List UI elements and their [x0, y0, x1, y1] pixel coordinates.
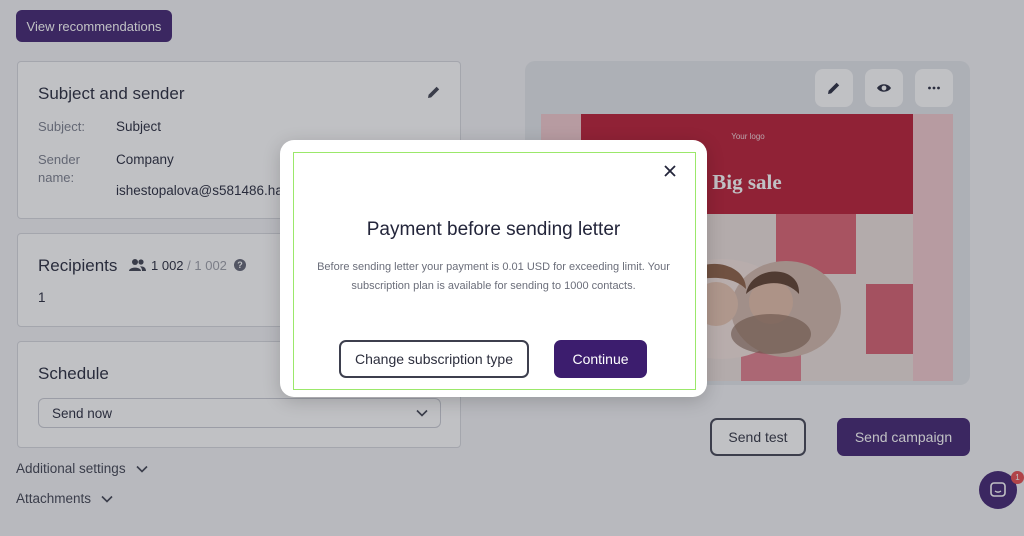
modal-message: Before sending letter your payment is 0.…	[317, 261, 670, 292]
continue-button[interactable]: Continue	[554, 340, 647, 378]
campaign-editor-page: View recommendations Subject and sender …	[0, 0, 1024, 536]
payment-modal: Payment before sending letter Before sen…	[280, 140, 707, 397]
close-icon[interactable]	[663, 164, 677, 178]
modal-title: Payment before sending letter	[366, 219, 621, 240]
change-subscription-button[interactable]: Change subscription type	[339, 340, 529, 378]
